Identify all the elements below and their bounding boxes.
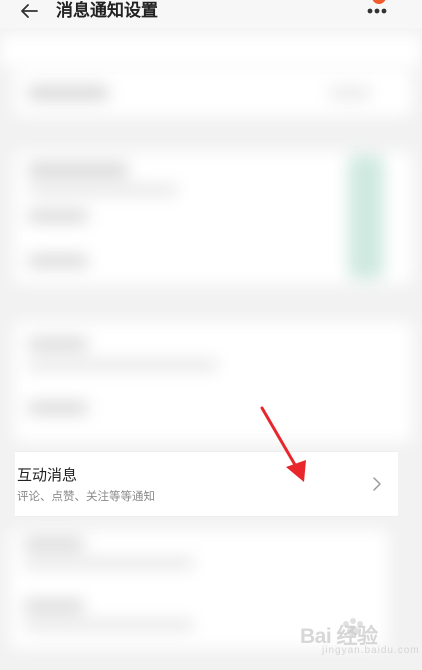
watermark-url: jingyan.baidu.com xyxy=(322,645,420,656)
blurred-text xyxy=(24,558,194,568)
blurred-background xyxy=(0,0,422,670)
blurred-text xyxy=(24,538,84,550)
blurred-text xyxy=(28,360,218,370)
blurred-text xyxy=(330,88,370,98)
red-arrow-icon xyxy=(260,406,306,482)
back-arrow-icon xyxy=(21,4,38,18)
more-dots-icon xyxy=(367,8,387,14)
blurred-text xyxy=(28,185,178,195)
blurred-text xyxy=(28,86,108,100)
interaction-messages-row[interactable]: 互动消息 评论、点赞、关注等等通知 xyxy=(15,451,398,517)
blurred-text xyxy=(28,402,88,414)
blurred-toggle xyxy=(348,155,384,279)
blurred-text xyxy=(28,255,88,267)
chevron-right-icon xyxy=(373,477,381,491)
top-bar: 消息通知设置 xyxy=(0,0,422,28)
row-title: 互动消息 xyxy=(17,467,78,484)
page-title: 消息通知设置 xyxy=(56,1,158,20)
row-subtitle: 评论、点赞、关注等等通知 xyxy=(17,491,155,503)
blurred-text xyxy=(24,620,194,630)
blurred-text xyxy=(28,210,88,222)
blurred-text xyxy=(24,600,84,612)
blurred-text xyxy=(28,338,88,350)
back-button[interactable] xyxy=(14,0,44,24)
blurred-text xyxy=(28,163,128,177)
blurred-card xyxy=(0,34,422,66)
